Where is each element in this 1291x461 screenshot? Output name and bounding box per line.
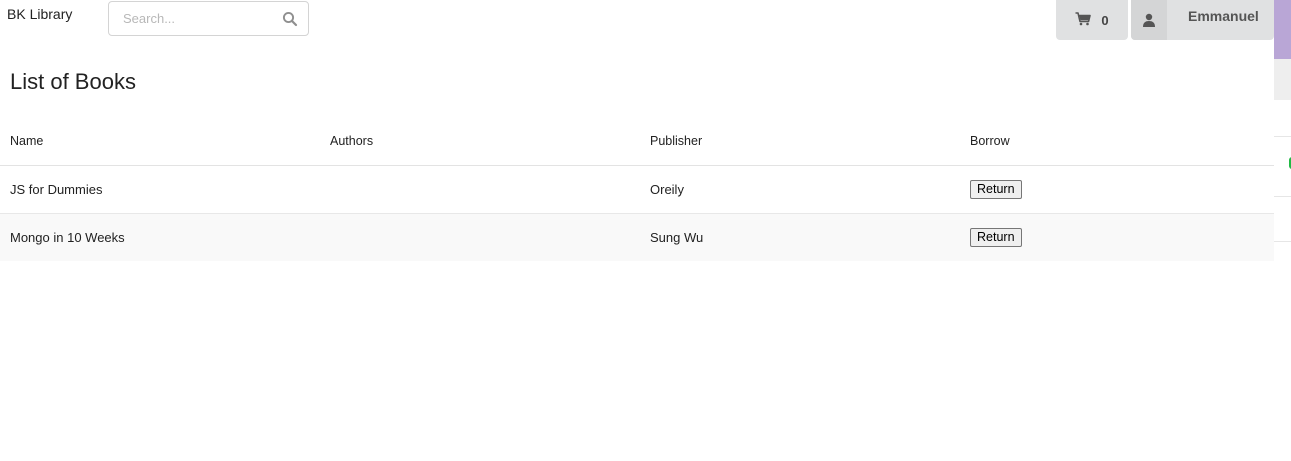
table-header-row: Name Authors Publisher Borrow xyxy=(0,118,1274,166)
cart-button[interactable]: 0 xyxy=(1056,0,1128,40)
side-panel-field xyxy=(1274,59,1291,100)
column-header-authors: Authors xyxy=(320,118,640,166)
borrow-cell: Return xyxy=(960,213,1274,261)
table-row: JS for Dummies Oreily Return xyxy=(0,165,1274,214)
brand-title[interactable]: BK Library xyxy=(7,6,72,22)
borrow-cell: Return xyxy=(960,165,1274,214)
return-button[interactable]: Return xyxy=(970,227,1022,247)
user-icon xyxy=(1131,0,1167,40)
book-name: Mongo in 10 Weeks xyxy=(0,213,320,261)
user-name: Emmanuel xyxy=(1188,8,1259,24)
side-panel-edge xyxy=(1274,0,1291,242)
column-header-publisher: Publisher xyxy=(640,118,960,166)
book-authors xyxy=(320,213,640,261)
books-table: Name Authors Publisher Borrow JS for Dum… xyxy=(0,118,1274,261)
cart-count: 0 xyxy=(1101,12,1109,28)
column-header-name: Name xyxy=(0,118,320,166)
divider xyxy=(1274,196,1291,197)
divider xyxy=(1274,241,1291,242)
app-root: BK Library 0 Emmanuel xyxy=(0,0,1291,461)
book-publisher: Oreily xyxy=(640,165,960,214)
cart-icon xyxy=(1075,11,1092,29)
search-icon[interactable] xyxy=(282,11,298,27)
book-name: JS for Dummies xyxy=(0,165,320,214)
column-header-borrow: Borrow xyxy=(960,118,1274,166)
user-menu-button[interactable]: Emmanuel xyxy=(1131,0,1274,40)
table-row: Mongo in 10 Weeks Sung Wu Return xyxy=(0,213,1274,261)
book-publisher: Sung Wu xyxy=(640,213,960,261)
search-box[interactable] xyxy=(108,1,309,36)
return-button[interactable]: Return xyxy=(970,179,1022,199)
divider xyxy=(1274,136,1291,137)
book-authors xyxy=(320,165,640,214)
search-input[interactable] xyxy=(109,2,279,35)
page-title: List of Books xyxy=(10,69,136,94)
side-panel-banner xyxy=(1274,0,1291,59)
